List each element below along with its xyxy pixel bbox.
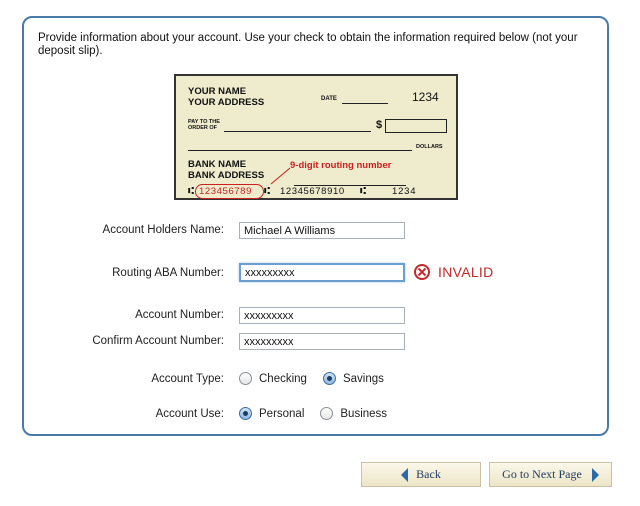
account-holder-input[interactable]	[239, 222, 405, 239]
radio-checking[interactable]	[239, 372, 252, 385]
account-number-input[interactable]	[239, 307, 405, 324]
radio-checking-label[interactable]: Checking	[259, 373, 307, 385]
micr-symbol: ⑆	[264, 186, 270, 197]
routing-invalid-message: INVALID	[414, 264, 494, 280]
micr-symbol: ⑆	[188, 186, 194, 197]
confirm-account-label: Confirm Account Number:	[92, 335, 224, 347]
sample-check-image: YOUR NAME YOUR ADDRESS DATE 1234 PAY TO …	[174, 74, 458, 200]
check-dollars-label: DOLLARS	[416, 144, 443, 150]
check-bank-name: BANK NAME	[188, 159, 247, 170]
annotation-pointer-line	[270, 167, 291, 185]
check-bank-address: BANK ADDRESS	[188, 170, 265, 181]
back-button-label: Back	[416, 467, 441, 481]
check-pay-to-line2: ORDER OF	[188, 125, 218, 131]
intro-text: Provide information about your account. …	[38, 32, 578, 57]
back-button[interactable]: Back	[361, 462, 481, 487]
routing-number-label: Routing ABA Number:	[112, 267, 224, 279]
check-amount-box	[385, 119, 447, 133]
next-page-button[interactable]: Go to Next Page	[489, 462, 612, 487]
micr-check-number: 1234	[392, 186, 417, 197]
routing-number-annotation: 9-digit routing number	[290, 160, 392, 171]
radio-savings[interactable]	[322, 372, 336, 385]
check-name-line: YOUR NAME	[188, 86, 247, 97]
account-type-group: Checking Savings	[239, 372, 400, 385]
error-icon	[414, 264, 430, 280]
routing-number-input[interactable]	[239, 263, 405, 282]
check-payee-line	[224, 131, 371, 132]
account-use-group: Personal Business	[239, 407, 403, 420]
micr-routing-number: 123456789	[199, 186, 252, 197]
confirm-account-input[interactable]	[239, 333, 405, 350]
check-date-line	[342, 103, 388, 104]
next-button-label: Go to Next Page	[502, 467, 582, 481]
account-type-label: Account Type:	[151, 373, 224, 385]
chevron-left-icon	[401, 467, 409, 482]
micr-account-number: 12345678910	[280, 186, 345, 197]
chevron-right-icon	[591, 467, 599, 482]
radio-business[interactable]	[320, 407, 334, 420]
check-date-label: DATE	[321, 96, 337, 102]
radio-business-label[interactable]: Business	[340, 408, 387, 420]
radio-personal[interactable]	[239, 407, 252, 420]
invalid-text: INVALID	[438, 264, 494, 280]
account-holder-label: Account Holders Name:	[102, 224, 224, 236]
check-address-line: YOUR ADDRESS	[188, 97, 265, 108]
check-currency-symbol: $	[376, 119, 383, 131]
account-info-panel: Provide information about your account. …	[22, 16, 609, 436]
check-number: 1234	[412, 90, 439, 104]
radio-savings-label[interactable]: Savings	[343, 373, 384, 385]
micr-symbol: ⑆	[360, 186, 366, 197]
account-use-label: Account Use:	[155, 408, 224, 420]
check-amount-words-line	[188, 150, 412, 151]
account-number-label: Account Number:	[135, 309, 224, 321]
radio-personal-label[interactable]: Personal	[259, 408, 304, 420]
